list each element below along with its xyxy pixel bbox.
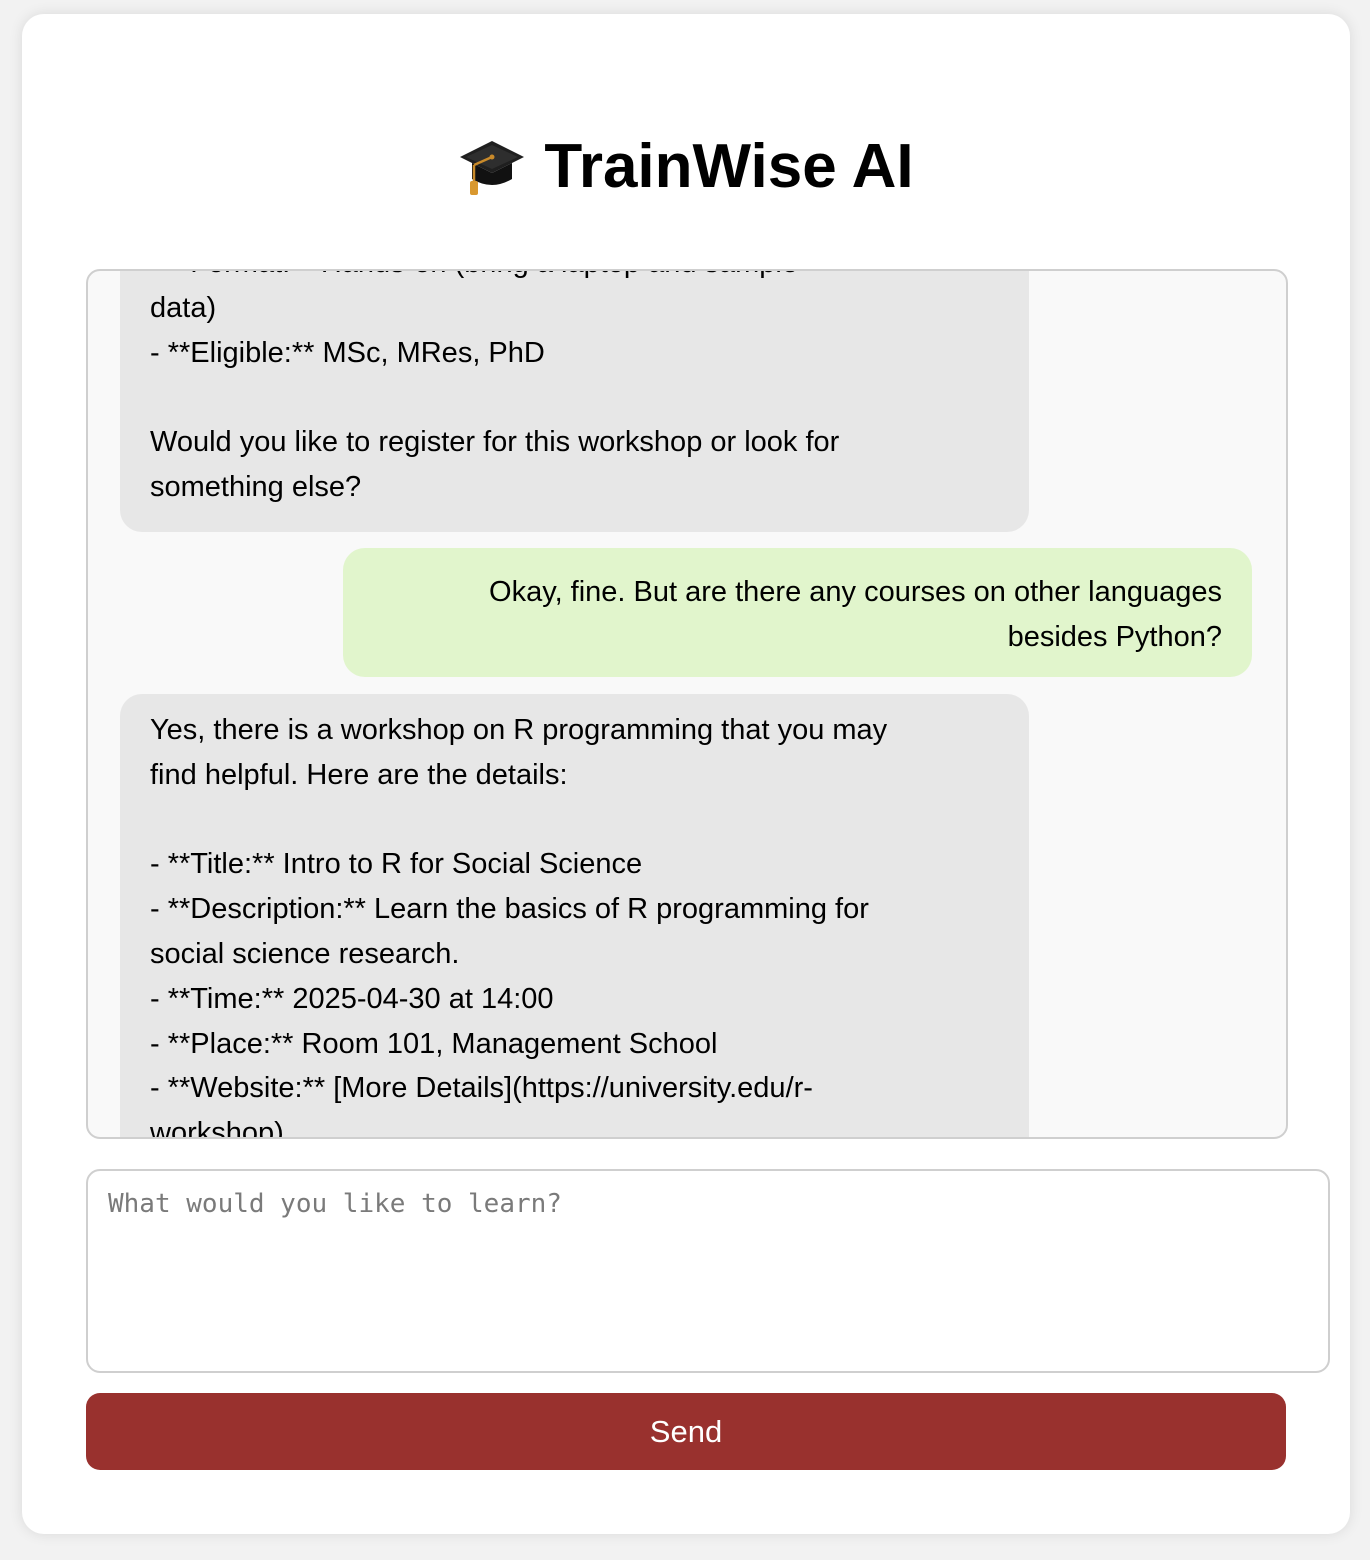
send-button[interactable]: Send (86, 1393, 1286, 1470)
user-message: Okay, fine. But are there any courses on… (343, 548, 1252, 677)
graduation-cap-icon (458, 135, 526, 199)
app-title: TrainWise AI (544, 132, 914, 201)
app-header: TrainWise AI (22, 132, 1350, 203)
message-input[interactable] (86, 1169, 1330, 1373)
bot-message: - **Format:** Hands-on (bring a laptop a… (120, 271, 1029, 532)
bot-message: Yes, there is a workshop on R programmin… (120, 694, 1029, 1137)
chat-window[interactable]: - **Format:** Hands-on (bring a laptop a… (86, 269, 1288, 1139)
chat-card: TrainWise AI - **Format:** Hands-on (bri… (22, 14, 1350, 1534)
